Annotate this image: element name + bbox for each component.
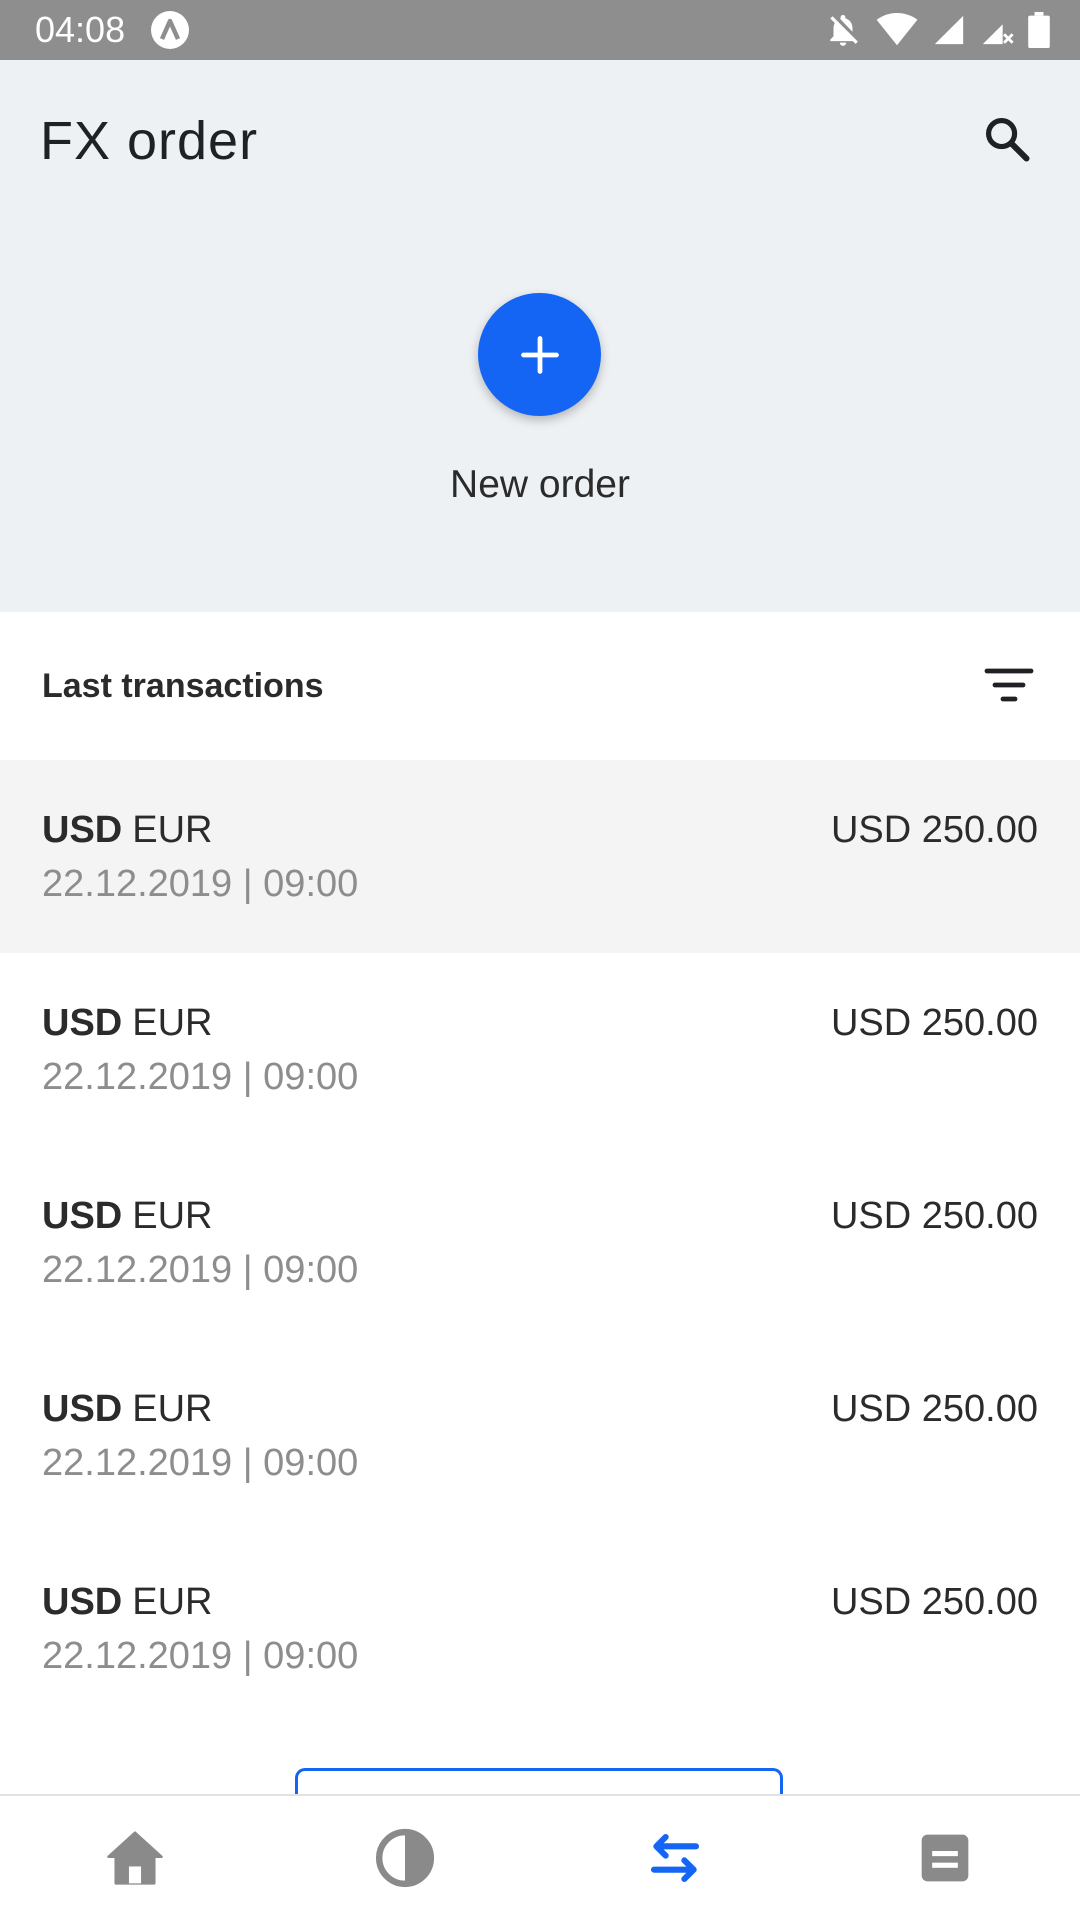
transaction-pair: USD EUR bbox=[42, 1578, 212, 1626]
transactions-list: USD EUR 22.12.2019 | 09:00 USD 250.00 USD… bbox=[0, 760, 1080, 1725]
transaction-pair: USD EUR bbox=[42, 806, 212, 854]
base-currency: USD bbox=[42, 1581, 123, 1623]
transaction-amount: USD 250.00 bbox=[830, 1581, 1038, 1623]
transaction-pair: USD EUR bbox=[42, 999, 212, 1047]
quote-currency: EUR bbox=[132, 1388, 213, 1430]
signal-icon bbox=[932, 13, 966, 47]
transaction-item[interactable]: USD EUR 22.12.2019 | 09:00 USD 250.00 bbox=[0, 1146, 1080, 1339]
app-a-icon bbox=[150, 10, 190, 50]
transaction-amount: USD 250.00 bbox=[830, 1195, 1038, 1237]
transaction-datetime: 22.12.2019 | 09:00 bbox=[42, 1056, 359, 1098]
search-icon bbox=[985, 117, 1030, 162]
transfer-arrows-icon bbox=[650, 1833, 700, 1883]
transaction-amount: USD 250.00 bbox=[830, 809, 1038, 851]
base-currency: USD bbox=[42, 809, 123, 851]
search-button[interactable] bbox=[975, 107, 1039, 171]
nav-fx-order[interactable] bbox=[540, 1796, 810, 1920]
nav-documents[interactable] bbox=[810, 1796, 1080, 1920]
nav-home[interactable] bbox=[0, 1796, 270, 1920]
transaction-item[interactable]: USD EUR 22.12.2019 | 09:00 USD 250.00 bbox=[0, 953, 1080, 1146]
document-icon bbox=[921, 1834, 969, 1882]
notifications-off-icon bbox=[824, 11, 862, 49]
status-time: 04:08 bbox=[35, 9, 126, 50]
transaction-item[interactable]: USD EUR 22.12.2019 | 09:00 USD 250.00 bbox=[0, 1532, 1080, 1725]
wifi-icon bbox=[876, 13, 918, 47]
bottom-navigation bbox=[0, 1794, 1080, 1920]
quote-currency: EUR bbox=[132, 1195, 213, 1237]
transaction-amount: USD 250.00 bbox=[830, 1388, 1038, 1430]
section-title: Last transactions bbox=[42, 667, 324, 705]
base-currency: USD bbox=[42, 1195, 123, 1237]
transaction-pair: USD EUR bbox=[42, 1385, 212, 1433]
transaction-datetime: 22.12.2019 | 09:00 bbox=[42, 863, 359, 905]
new-order-button[interactable] bbox=[478, 293, 601, 416]
transaction-amount: USD 250.00 bbox=[830, 1002, 1038, 1044]
quote-currency: EUR bbox=[132, 1002, 213, 1044]
header: FX order New order bbox=[0, 60, 1080, 612]
transaction-datetime: 22.12.2019 | 09:00 bbox=[42, 1635, 359, 1677]
transaction-item[interactable]: USD EUR 22.12.2019 | 09:00 USD 250.00 bbox=[0, 1339, 1080, 1532]
plus-icon bbox=[520, 335, 559, 374]
quote-currency: EUR bbox=[132, 1581, 213, 1623]
filter-button[interactable] bbox=[978, 654, 1040, 716]
base-currency: USD bbox=[42, 1002, 123, 1044]
transaction-pair: USD EUR bbox=[42, 1192, 212, 1240]
transaction-item[interactable]: USD EUR 22.12.2019 | 09:00 USD 250.00 bbox=[0, 760, 1080, 953]
battery-icon bbox=[1028, 12, 1050, 48]
home-icon bbox=[107, 1831, 163, 1885]
status-bar: 04:08 bbox=[0, 0, 1080, 60]
filter-icon bbox=[984, 668, 1034, 702]
new-order-label[interactable]: New order bbox=[340, 460, 740, 510]
half-circle-icon bbox=[375, 1828, 435, 1888]
quote-currency: EUR bbox=[132, 809, 213, 851]
base-currency: USD bbox=[42, 1388, 123, 1430]
signal-no-service-icon bbox=[980, 13, 1014, 47]
page-title: FX order bbox=[40, 111, 259, 171]
last-transactions-header: Last transactions bbox=[0, 612, 1080, 760]
transaction-datetime: 22.12.2019 | 09:00 bbox=[42, 1442, 359, 1484]
transaction-datetime: 22.12.2019 | 09:00 bbox=[42, 1249, 359, 1291]
nav-overview[interactable] bbox=[270, 1796, 540, 1920]
